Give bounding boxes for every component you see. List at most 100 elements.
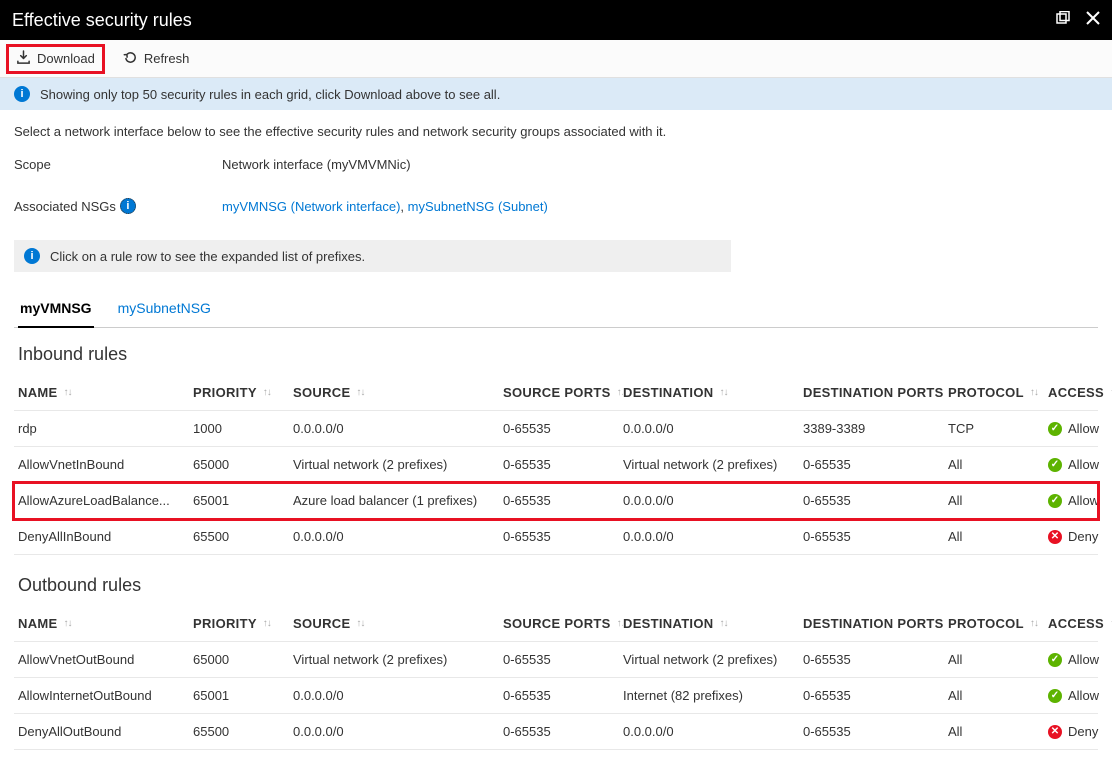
download-button[interactable]: Download	[8, 46, 103, 72]
access-cell: ✓ Allow	[1048, 421, 1112, 436]
info-icon[interactable]: i	[120, 198, 136, 214]
sort-icon: ↑↓	[263, 618, 271, 629]
table-row[interactable]: rdp10000.0.0.0/00-655350.0.0.0/03389-338…	[14, 411, 1098, 447]
deny-icon: ✕	[1048, 725, 1062, 739]
refresh-button[interactable]: Refresh	[115, 46, 198, 72]
access-cell: ✓Allow	[1048, 457, 1112, 472]
col-dest-ports[interactable]: Destination Ports↑↓	[803, 616, 948, 631]
col-source[interactable]: Source↑↓	[293, 616, 503, 631]
access-cell: ✓Allow	[1048, 688, 1112, 703]
col-access[interactable]: Access↑↓	[1048, 616, 1112, 631]
download-icon	[16, 50, 31, 68]
title-bar: Effective security rules	[0, 0, 1112, 40]
col-source-ports[interactable]: Source Ports↑↓	[503, 616, 623, 631]
allow-icon: ✓	[1048, 494, 1062, 508]
col-protocol[interactable]: Protocol↑↓	[948, 385, 1048, 400]
nsg-link-subnet[interactable]: mySubnetNSG (Subnet)	[408, 199, 548, 214]
col-name[interactable]: Name↑↓	[18, 385, 193, 400]
col-access[interactable]: Access↑↓	[1048, 385, 1112, 400]
tip-bar: i Click on a rule row to see the expande…	[14, 240, 731, 272]
cell: 0-65535	[503, 493, 623, 508]
download-label: Download	[37, 51, 95, 66]
cell: rdp	[18, 421, 193, 436]
col-destination[interactable]: Destination↑↓	[623, 385, 803, 400]
associated-nsgs-label: Associated NSGs i	[14, 198, 222, 214]
sort-icon: ↑↓	[63, 387, 71, 398]
inbound-grid: Name↑↓ Priority↑↓ Source↑↓ Source Ports↑…	[14, 375, 1098, 555]
cell: All	[948, 688, 1048, 703]
cell: 65000	[193, 457, 293, 472]
cell: 0-65535	[503, 529, 623, 544]
table-row[interactable]: AllowAzureLoadBalance...65001Azure load …	[14, 483, 1098, 519]
deny-icon: ✕	[1048, 530, 1062, 544]
cell: 0.0.0.0/0	[623, 493, 803, 508]
cell: DenyAllInBound	[18, 529, 193, 544]
cell: 0.0.0.0/0	[293, 688, 503, 703]
allow-icon: ✓	[1048, 422, 1062, 436]
refresh-icon	[123, 50, 138, 68]
cell: 0-65535	[503, 652, 623, 667]
col-name[interactable]: Name↑↓	[18, 616, 193, 631]
cell: All	[948, 493, 1048, 508]
cell: AllowVnetOutBound	[18, 652, 193, 667]
cell: AllowVnetInBound	[18, 457, 193, 472]
cell: 65001	[193, 688, 293, 703]
restore-icon[interactable]	[1056, 11, 1070, 30]
toolbar: Download Refresh	[0, 40, 1112, 78]
access-label: Allow	[1068, 421, 1099, 436]
col-protocol[interactable]: Protocol↑↓	[948, 616, 1048, 631]
col-source[interactable]: Source↑↓	[293, 385, 503, 400]
sort-icon: ↑↓	[63, 618, 71, 629]
cell: 65001	[193, 493, 293, 508]
table-row[interactable]: AllowVnetInBound65000Virtual network (2 …	[14, 447, 1098, 483]
col-dest-ports[interactable]: Destination Ports↑↓	[803, 385, 948, 400]
access-cell: ✓ Allow	[1048, 493, 1112, 508]
cell: All	[948, 724, 1048, 739]
access-label: Allow	[1068, 493, 1099, 508]
access-label: Deny	[1068, 724, 1098, 739]
cell: All	[948, 529, 1048, 544]
cell: 0-65535	[803, 457, 948, 472]
allow-icon: ✓	[1048, 458, 1062, 472]
cell: 0-65535	[803, 652, 948, 667]
table-row[interactable]: AllowInternetOutBound650010.0.0.0/00-655…	[14, 678, 1098, 714]
refresh-label: Refresh	[144, 51, 190, 66]
table-row[interactable]: DenyAllInBound655000.0.0.0/00-655350.0.0…	[14, 519, 1098, 555]
nsg-link-interface[interactable]: myVMNSG (Network interface)	[222, 199, 400, 214]
cell: 65500	[193, 724, 293, 739]
col-priority[interactable]: Priority↑↓	[193, 385, 293, 400]
tip-text: Click on a rule row to see the expanded …	[50, 249, 365, 264]
sort-icon: ↑↓	[719, 618, 727, 629]
cell: All	[948, 457, 1048, 472]
instruction-text: Select a network interface below to see …	[14, 124, 1098, 139]
cell: 1000	[193, 421, 293, 436]
scope-label: Scope	[14, 157, 222, 172]
cell: Internet (82 prefixes)	[623, 688, 803, 703]
info-icon: i	[24, 248, 40, 264]
cell: Virtual network (2 prefixes)	[293, 652, 503, 667]
outbound-header: Name↑↓ Priority↑↓ Source↑↓ Source Ports↑…	[14, 606, 1098, 642]
col-destination[interactable]: Destination↑↓	[623, 616, 803, 631]
cell: 0-65535	[503, 457, 623, 472]
associated-nsgs-row: Associated NSGs i myVMNSG (Network inter…	[14, 198, 1098, 214]
info-icon: i	[14, 86, 30, 102]
cell: TCP	[948, 421, 1048, 436]
access-label: Allow	[1068, 652, 1099, 667]
cell: 0.0.0.0/0	[623, 421, 803, 436]
sort-icon: ↑↓	[1030, 387, 1038, 398]
allow-icon: ✓	[1048, 653, 1062, 667]
inbound-title: Inbound rules	[18, 344, 1098, 365]
table-row[interactable]: DenyAllOutBound655000.0.0.0/00-655350.0.…	[14, 714, 1098, 750]
table-row[interactable]: AllowVnetOutBound65000Virtual network (2…	[14, 642, 1098, 678]
scope-row: Scope Network interface (myVMVMNic)	[14, 157, 1098, 172]
tab-mysubnetnsg[interactable]: mySubnetNSG	[116, 294, 213, 327]
access-cell: ✓ Allow	[1048, 652, 1112, 667]
info-bar-text: Showing only top 50 security rules in ea…	[40, 87, 500, 102]
cell: Virtual network (2 prefixes)	[293, 457, 503, 472]
col-source-ports[interactable]: Source Ports↑↓	[503, 385, 623, 400]
tab-myvmnsg[interactable]: myVMNSG	[18, 294, 94, 328]
cell: 0.0.0.0/0	[623, 724, 803, 739]
close-icon[interactable]	[1086, 11, 1100, 30]
col-priority[interactable]: Priority↑↓	[193, 616, 293, 631]
sort-icon: ↑↓	[356, 618, 364, 629]
